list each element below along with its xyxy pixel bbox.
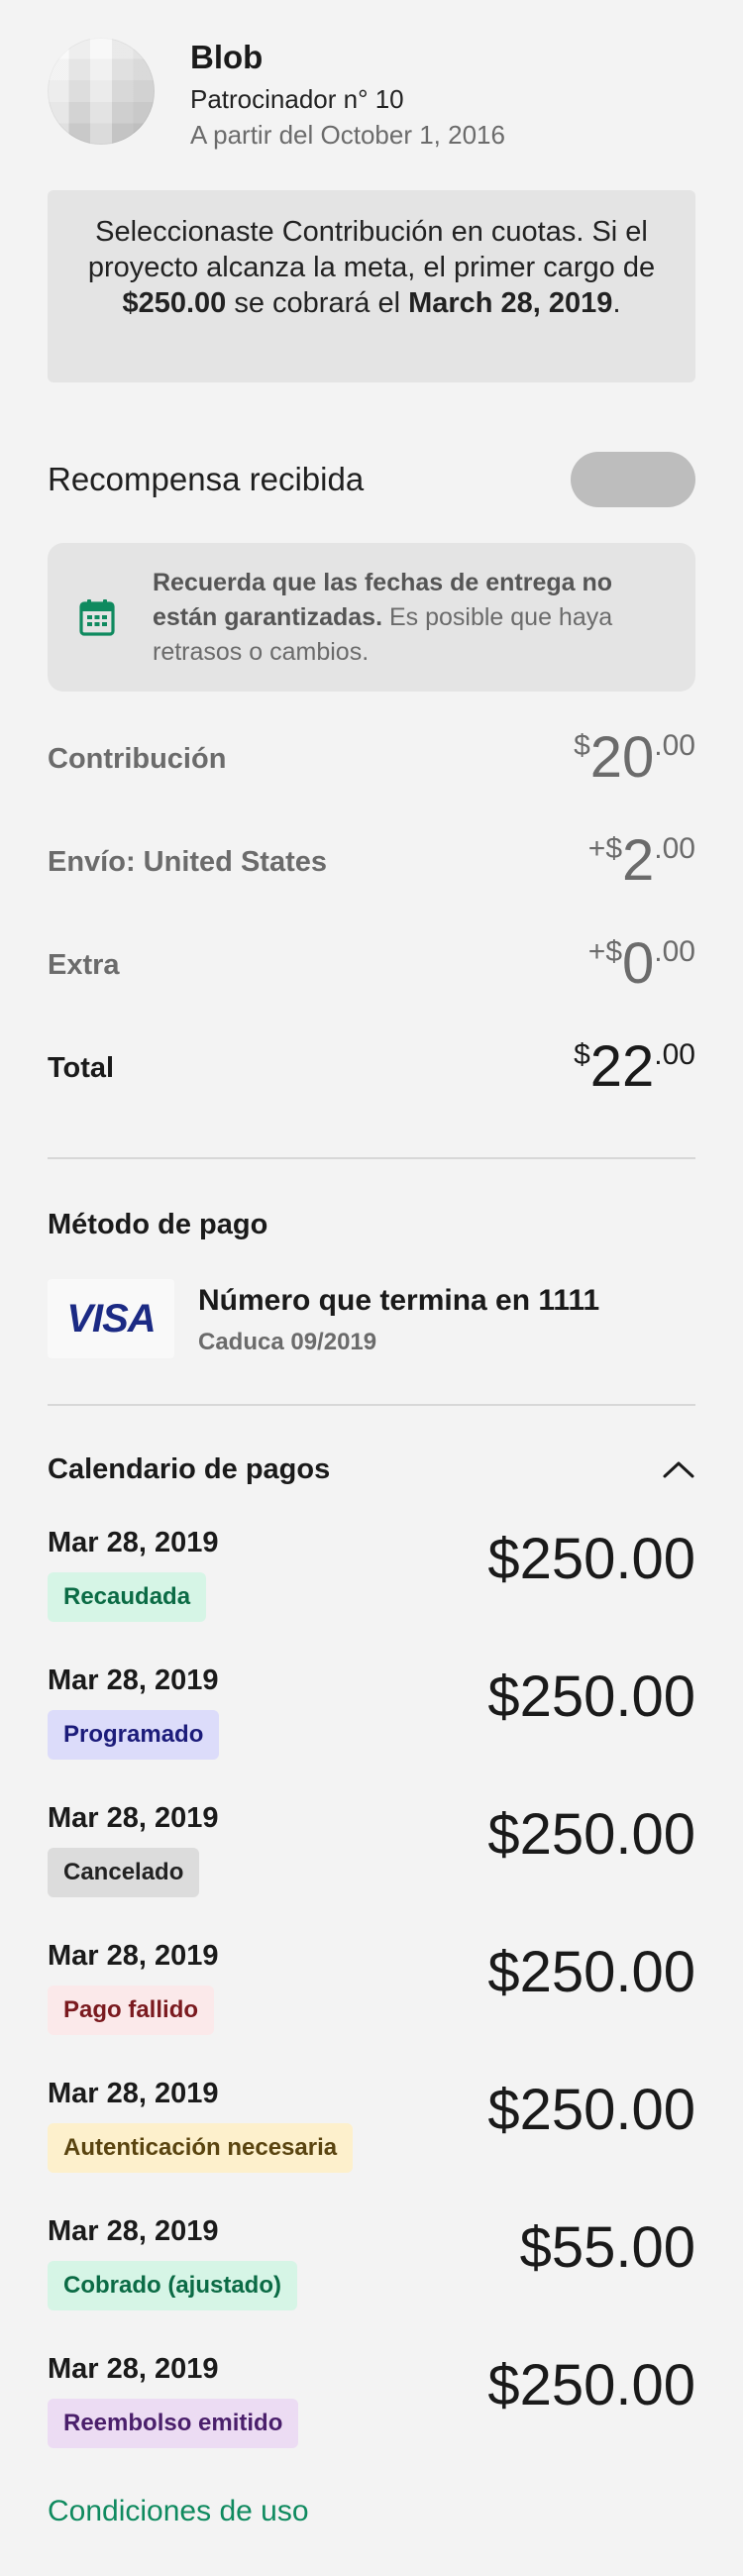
- amount-label: Envío: United States: [48, 846, 327, 878]
- backer-name: Blob: [190, 39, 264, 75]
- currency-prefix: +$: [587, 935, 623, 968]
- status-badge: Reembolso emitido: [48, 2399, 299, 2448]
- amount-value: +$ 0.00: [588, 927, 695, 995]
- schedule-item-left: Mar 28, 2019 Pago fallido: [48, 1930, 219, 2035]
- schedule-amount: $250.00: [487, 2078, 695, 2142]
- amount-whole: 20: [589, 725, 655, 790]
- notice-text-2: se cobrará el: [226, 287, 409, 319]
- reward-received-label: Recompensa recibida: [48, 461, 365, 497]
- amount-whole: 0: [622, 931, 655, 996]
- currency-prefix: +$: [587, 832, 623, 865]
- card-brand: VISA: [66, 1296, 156, 1341]
- calendar-icon: [79, 599, 115, 636]
- contribution-row: Contribución $20.00: [48, 721, 695, 824]
- schedule-item: Mar 28, 2019 Reembolso emitido $250.00: [48, 2343, 695, 2481]
- currency-prefix: $: [574, 729, 590, 762]
- schedule-date: Mar 28, 2019: [48, 1527, 219, 1558]
- visa-logo: VISA: [48, 1279, 174, 1358]
- delivery-text: Recuerda que las fechas de entrega no es…: [153, 566, 664, 670]
- amount-cents: .00: [654, 832, 695, 865]
- schedule-item-left: Mar 28, 2019 Autenticación necesaria: [48, 2068, 354, 2173]
- card-info: Número que termina en 1111 Caduca 09/201…: [198, 1281, 599, 1356]
- payment-schedule-title: Calendario de pagos: [48, 1452, 331, 1485]
- backer-since: A partir del October 1, 2016: [190, 120, 505, 150]
- schedule-item: Mar 28, 2019 Autenticación necesaria $25…: [48, 2068, 695, 2205]
- notice-amount: $250.00: [122, 287, 227, 319]
- amount-value: +$ 2.00: [588, 824, 695, 892]
- amount-whole: 22: [589, 1034, 655, 1099]
- schedule-item: Mar 28, 2019 Programado $250.00: [48, 1655, 695, 1792]
- shipping-row: Envío: United States +$ 2.00: [48, 824, 695, 927]
- avatar: [48, 38, 155, 145]
- schedule-item-left: Mar 28, 2019 Programado: [48, 1655, 220, 1760]
- amount-label: Extra: [48, 949, 120, 981]
- payment-schedule-list: Mar 28, 2019 Recaudada $250.00 Mar 28, 2…: [48, 1517, 695, 2481]
- schedule-item: Mar 28, 2019 Pago fallido $250.00: [48, 1930, 695, 2068]
- amount-cents: .00: [654, 1038, 695, 1071]
- chevron-up-icon[interactable]: [662, 1459, 695, 1479]
- schedule-date: Mar 28, 2019: [48, 2078, 219, 2109]
- schedule-amount: $250.00: [487, 1664, 695, 1729]
- schedule-amount: $55.00: [519, 2215, 695, 2280]
- status-badge: Recaudada: [48, 1572, 207, 1622]
- payment-schedule-header[interactable]: Calendario de pagos: [48, 1449, 695, 1489]
- reward-received-row: Recompensa recibida: [48, 452, 695, 507]
- schedule-item-left: Mar 28, 2019 Reembolso emitido: [48, 2343, 299, 2448]
- notice-date: March 28, 2019: [408, 287, 613, 319]
- amount-value: $20.00: [574, 721, 695, 789]
- plot-notice: Seleccionaste Contribución en cuotas. Si…: [48, 190, 695, 382]
- schedule-item-left: Mar 28, 2019 Cancelado: [48, 1792, 219, 1897]
- total-row: Total $22.00: [48, 1030, 695, 1133]
- schedule-item: Mar 28, 2019 Cobrado (ajustado) $55.00: [48, 2205, 695, 2343]
- amount-value: $22.00: [574, 1030, 695, 1098]
- schedule-date: Mar 28, 2019: [48, 2215, 219, 2247]
- pledge-details-page: Blob Patrocinador n° 10 A partir del Oct…: [0, 0, 743, 2576]
- status-badge: Pago fallido: [48, 1986, 215, 2035]
- schedule-item: Mar 28, 2019 Recaudada $250.00: [48, 1517, 695, 1655]
- schedule-item-left: Mar 28, 2019 Cobrado (ajustado): [48, 2205, 297, 2310]
- schedule-date: Mar 28, 2019: [48, 2353, 219, 2385]
- schedule-item: Mar 28, 2019 Cancelado $250.00: [48, 1792, 695, 1930]
- schedule-date: Mar 28, 2019: [48, 1940, 219, 1972]
- notice-text-3: .: [612, 287, 621, 319]
- divider: [48, 1157, 695, 1159]
- schedule-amount: $250.00: [487, 1802, 695, 1867]
- schedule-date: Mar 28, 2019: [48, 1664, 219, 1696]
- divider: [48, 1404, 695, 1406]
- notice-text: Seleccionaste Contribución en cuotas. Si…: [87, 216, 656, 283]
- currency-prefix: $: [574, 1038, 590, 1071]
- amount-cents: .00: [654, 729, 695, 762]
- extra-row: Extra +$ 0.00: [48, 927, 695, 1030]
- status-badge: Cobrado (ajustado): [48, 2261, 297, 2310]
- payment-method-title: Método de pago: [48, 1209, 268, 1240]
- schedule-item-left: Mar 28, 2019 Recaudada: [48, 1517, 219, 1622]
- schedule-amount: $250.00: [487, 1940, 695, 2004]
- schedule-date: Mar 28, 2019: [48, 1802, 219, 1834]
- backer-header: Blob Patrocinador n° 10 A partir del Oct…: [48, 0, 695, 153]
- amount-label: Contribución: [48, 743, 227, 775]
- amount-label: Total: [48, 1052, 115, 1084]
- amount-cents: .00: [654, 935, 695, 968]
- pledge-summary: Contribución $20.00 Envío: United States…: [48, 721, 695, 1133]
- card-expiry: Caduca 09/2019: [198, 1329, 377, 1355]
- card-number: Número que termina en 1111: [198, 1284, 600, 1317]
- backer-number: Patrocinador n° 10: [190, 84, 404, 114]
- delivery-notice: Recuerda que las fechas de entrega no es…: [48, 543, 695, 692]
- status-badge: Autenticación necesaria: [48, 2123, 354, 2173]
- status-badge: Programado: [48, 1710, 220, 1760]
- backer-info: Blob Patrocinador n° 10 A partir del Oct…: [190, 38, 505, 153]
- schedule-amount: $250.00: [487, 2353, 695, 2417]
- reward-received-toggle[interactable]: [571, 452, 695, 507]
- payment-card: VISA Número que termina en 1111 Caduca 0…: [48, 1279, 695, 1358]
- terms-of-use-link[interactable]: Condiciones de uso: [48, 2495, 695, 2528]
- schedule-amount: $250.00: [487, 1527, 695, 1591]
- amount-whole: 2: [622, 828, 655, 893]
- status-badge: Cancelado: [48, 1848, 200, 1897]
